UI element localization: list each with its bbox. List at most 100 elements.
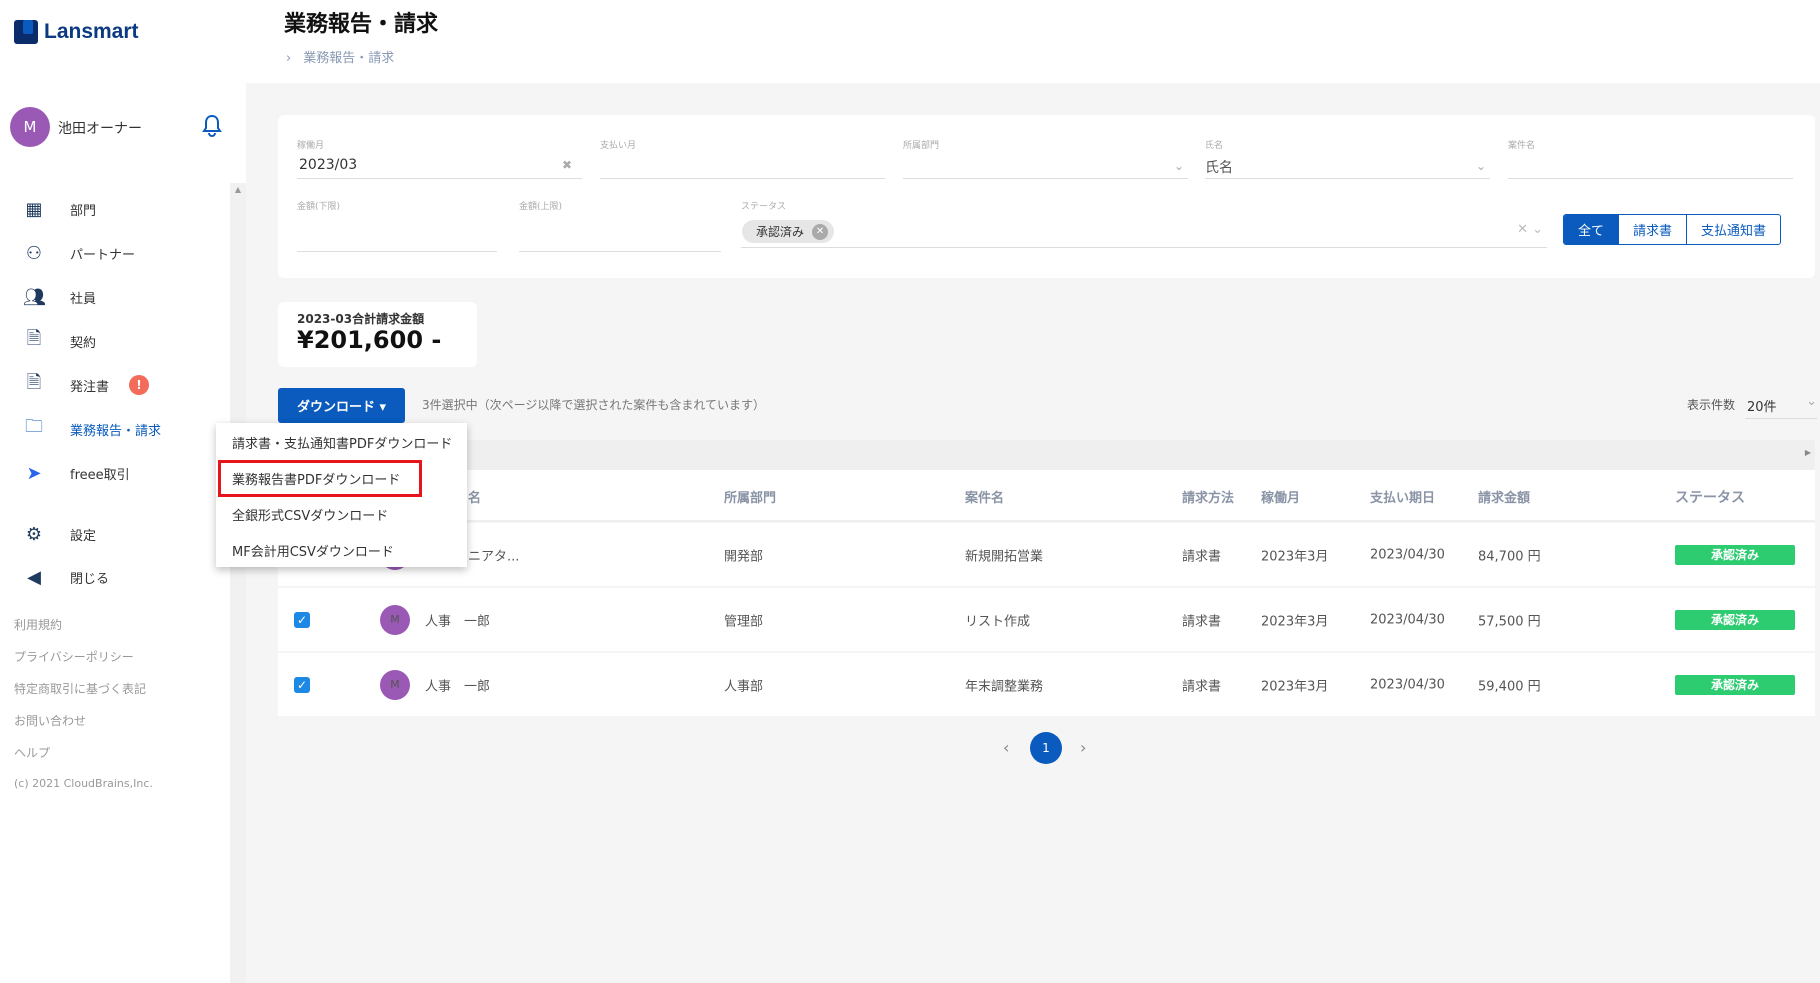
people-icon: 👥︎ bbox=[23, 286, 46, 308]
user-avatar[interactable]: M bbox=[10, 107, 50, 147]
pay-month-input[interactable] bbox=[600, 157, 885, 179]
page-1-button[interactable]: 1 bbox=[1030, 732, 1062, 764]
row-name[interactable]: 人事 一郎 bbox=[425, 675, 490, 694]
type-toggle[interactable]: 全て 請求書 支払通知書 bbox=[1563, 214, 1782, 245]
work-month-filter[interactable]: 稼働月 2023/03 ✖ bbox=[297, 138, 582, 179]
sidebar-item-contract[interactable]: 🗎︎ 契約 bbox=[0, 323, 230, 359]
row-dept: 人事部 bbox=[724, 679, 764, 694]
status-filter[interactable]: ステータス 承認済み ✕ ✕ ⌄ bbox=[741, 199, 1547, 248]
filter-label: 金額(下限) bbox=[297, 202, 341, 212]
clear-icon[interactable]: ✖ bbox=[562, 158, 572, 172]
page-size-select[interactable]: 20件 ⌄ bbox=[1745, 392, 1817, 419]
nav-label: 部門 bbox=[70, 203, 97, 219]
header-name[interactable]: 名 bbox=[468, 487, 481, 506]
sidebar-item-purchase-order[interactable]: 🗎︎ 発注書! bbox=[0, 367, 230, 403]
row-due: 2023/04/30 bbox=[1370, 612, 1445, 627]
download-button[interactable]: ダウンロード ▾ bbox=[278, 388, 405, 423]
status-badge: 承認済み bbox=[1675, 609, 1795, 630]
row-month: 2023年3月 bbox=[1261, 614, 1329, 629]
max-amount-filter[interactable]: 金額(上限) bbox=[519, 199, 721, 252]
row-name[interactable]: 人事 一郎 bbox=[425, 610, 490, 629]
footer-link-commerce-law[interactable]: 特定商取引に基づく表記 bbox=[14, 680, 146, 697]
folder-icon: 🗀︎ bbox=[25, 416, 43, 437]
next-page-icon[interactable]: › bbox=[1080, 738, 1086, 757]
nav-label: 発注書 bbox=[70, 379, 110, 395]
table-row[interactable]: ✓ M 人事 一郎 管理部 リスト作成 請求書 2023年3月 2023/04/… bbox=[278, 588, 1815, 651]
status-badge: 承認済み bbox=[1675, 544, 1795, 565]
footer-link-terms[interactable]: 利用規約 bbox=[14, 616, 62, 633]
department-filter[interactable]: 所属部門 ⌄ bbox=[903, 138, 1188, 179]
min-amount-input[interactable] bbox=[297, 230, 497, 252]
alert-badge: ! bbox=[129, 375, 150, 395]
row-avatar: M bbox=[380, 604, 410, 635]
toggle-all[interactable]: 全て bbox=[1564, 215, 1619, 244]
prev-page-icon[interactable]: ‹ bbox=[1003, 738, 1009, 757]
header-month[interactable]: 稼働月 bbox=[1261, 487, 1300, 506]
row-dept: 開発部 bbox=[724, 549, 764, 564]
summary-amount: ¥201,600 - bbox=[297, 326, 442, 354]
menu-item-zengin-csv[interactable]: 全銀形式CSVダウンロード bbox=[232, 505, 388, 524]
sidebar-item-employee[interactable]: 👥︎ 社員 bbox=[0, 279, 230, 315]
name-filter[interactable]: 氏名 氏名 ⌄ bbox=[1205, 138, 1490, 179]
sidebar-item-department[interactable]: ▦ 部門 bbox=[0, 191, 230, 227]
row-method: 請求書 bbox=[1182, 549, 1222, 564]
header-status[interactable]: ステータス bbox=[1675, 487, 1745, 507]
status-chip: 承認済み ✕ bbox=[742, 220, 835, 243]
case-input[interactable] bbox=[1508, 157, 1793, 179]
header-amount[interactable]: 請求金額 bbox=[1478, 487, 1530, 506]
page-header: 業務報告・請求 › 業務報告・請求 bbox=[246, 0, 1820, 83]
row-case: リスト作成 bbox=[965, 614, 1031, 629]
table-row[interactable]: ✓ M 人事 一郎 人事部 年末調整業務 請求書 2023年3月 2023/04… bbox=[278, 653, 1815, 716]
pay-month-filter[interactable]: 支払い月 bbox=[600, 138, 885, 179]
row-checkbox[interactable]: ✓ bbox=[294, 676, 310, 693]
header-method[interactable]: 請求方法 bbox=[1182, 487, 1234, 506]
max-amount-input[interactable] bbox=[519, 230, 721, 252]
header-due[interactable]: 支払い期日 bbox=[1370, 487, 1435, 506]
row-due: 2023/04/30 bbox=[1370, 677, 1445, 692]
header-case[interactable]: 案件名 bbox=[965, 487, 1004, 506]
min-amount-filter[interactable]: 金額(下限) bbox=[297, 199, 497, 252]
clear-chevron-icon[interactable]: ✕ ⌄ bbox=[1517, 222, 1543, 237]
case-filter[interactable]: 案件名 bbox=[1508, 138, 1793, 179]
sidebar-item-work-report[interactable]: 🗀︎ 業務報告・請求 bbox=[0, 411, 230, 447]
row-amount: 59,400 円 bbox=[1478, 679, 1541, 694]
sidebar-item-freee[interactable]: ➤ freee取引 bbox=[0, 455, 230, 491]
menu-item-work-report-pdf[interactable]: 業務報告書PDFダウンロード bbox=[232, 469, 400, 488]
summary-label: 2023-03合計請求金額 bbox=[297, 312, 425, 326]
header-department[interactable]: 所属部門 bbox=[724, 487, 776, 506]
department-select[interactable]: ⌄ bbox=[903, 157, 1188, 179]
nav-label: 設定 bbox=[70, 528, 97, 544]
chevron-down-icon: ⌄ bbox=[1173, 159, 1184, 173]
row-checkbox[interactable]: ✓ bbox=[294, 611, 310, 628]
footer-link-privacy[interactable]: プライバシーポリシー bbox=[14, 648, 134, 665]
row-month: 2023年3月 bbox=[1261, 679, 1329, 694]
toggle-payment-notice[interactable]: 支払通知書 bbox=[1686, 215, 1780, 244]
toggle-invoice[interactable]: 請求書 bbox=[1618, 215, 1686, 244]
sidebar-item-partner[interactable]: ⚇ パートナー bbox=[0, 235, 230, 271]
sidebar-scrollbar[interactable]: ▲ bbox=[230, 183, 246, 983]
menu-item-mf-csv[interactable]: MF会計用CSVダウンロード bbox=[232, 541, 394, 560]
bell-icon[interactable] bbox=[202, 114, 222, 142]
user-name[interactable]: 池田オーナー bbox=[58, 118, 142, 138]
sidebar-item-close[interactable]: ◀ 閉じる bbox=[0, 559, 230, 595]
table-row[interactable]: M ニアタ... 開発部 新規開拓営業 請求書 2023年3月 2023/04/… bbox=[278, 523, 1815, 586]
row-name[interactable]: ニアタ... bbox=[468, 545, 519, 564]
footer-link-help[interactable]: ヘルプ bbox=[14, 744, 50, 761]
table-scroll-bar[interactable]: ▶ bbox=[278, 440, 1815, 470]
nav-label: 契約 bbox=[70, 335, 97, 351]
footer-link-contact[interactable]: お問い合わせ bbox=[14, 712, 86, 729]
chip-remove-icon[interactable]: ✕ bbox=[812, 223, 829, 240]
scroll-right-icon[interactable]: ▶ bbox=[1805, 448, 1811, 457]
row-amount: 57,500 円 bbox=[1478, 614, 1541, 629]
row-method: 請求書 bbox=[1182, 679, 1222, 694]
work-month-input[interactable]: 2023/03 bbox=[297, 157, 582, 179]
sidebar-item-settings[interactable]: ⚙ 設定 bbox=[0, 516, 230, 552]
name-select[interactable]: 氏名 ⌄ bbox=[1205, 157, 1490, 179]
copyright: (c) 2021 CloudBrains,Inc. bbox=[14, 777, 153, 790]
filter-label: 所属部門 bbox=[903, 141, 940, 151]
breadcrumb-item[interactable]: 業務報告・請求 bbox=[303, 51, 394, 66]
menu-item-invoice-pdf[interactable]: 請求書・支払通知書PDFダウンロード bbox=[232, 433, 452, 452]
logo-mark-icon bbox=[14, 20, 38, 44]
status-select[interactable]: 承認済み ✕ ✕ ⌄ bbox=[741, 214, 1547, 248]
logo[interactable]: Lansmart bbox=[14, 20, 139, 44]
